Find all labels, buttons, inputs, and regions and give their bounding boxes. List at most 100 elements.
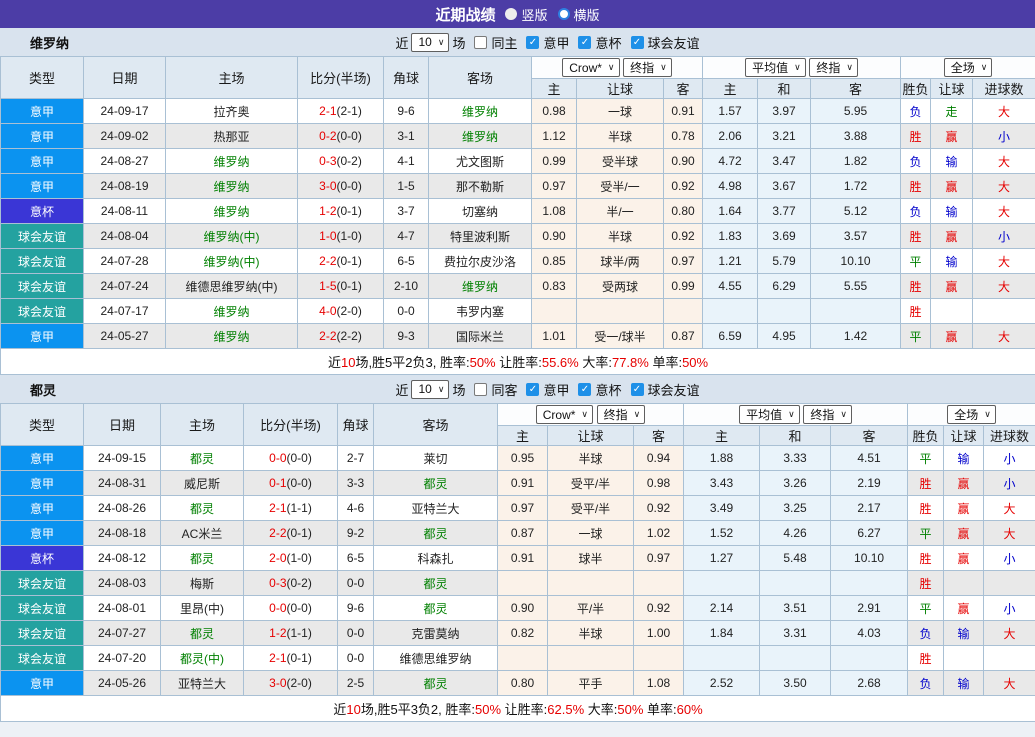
- match-date: 24-08-01: [83, 595, 161, 621]
- final-odds-select[interactable]: 终指 ∨: [809, 58, 858, 77]
- summary-segment: 50%: [617, 702, 644, 717]
- match-date: 24-08-04: [83, 223, 166, 249]
- match-date: 24-09-17: [83, 98, 166, 124]
- rows-count-select[interactable]: 10 ∨: [411, 379, 450, 399]
- avg-odds-draw: 3.33: [759, 445, 832, 471]
- match-row: 意杯 24-08-12 都灵 2-0(1-0) 6-5 科森扎 0.91 球半 0.97 1.27…: [0, 545, 1035, 571]
- subcol-avg-away: 客: [830, 425, 909, 446]
- league-type-badge: 意甲: [0, 173, 84, 199]
- horizontal-radio-label[interactable]: 横版: [574, 5, 600, 24]
- col-header-away: 客场: [373, 403, 498, 446]
- final-odds-select[interactable]: 终指 ∨: [803, 405, 852, 424]
- bookmaker-select[interactable]: Crow* ∨: [562, 58, 620, 78]
- handicap-line: 平手: [547, 670, 634, 696]
- final-odds-select[interactable]: 终指 ∨: [596, 404, 646, 424]
- handicap-odds-home: 0.82: [497, 620, 548, 646]
- away-team: 都灵: [373, 570, 498, 596]
- cup-checkbox[interactable]: [578, 35, 592, 49]
- score-fulltime: 0-1: [269, 476, 287, 490]
- summary-segment: 大率:: [578, 355, 612, 370]
- score-halftime: (0-1): [286, 651, 312, 665]
- league-type-badge: 球会友谊: [0, 620, 84, 646]
- away-team: 切塞纳: [428, 198, 532, 224]
- avg-odds-away: 2.91: [830, 595, 909, 621]
- chevron-down-icon: ∨: [980, 62, 988, 72]
- handicap-line: 平/半: [547, 595, 634, 621]
- match-row: 意甲 24-08-31 威尼斯 0-1(0-0) 3-3 都灵 0.91 受平/半 0.98 3.…: [0, 470, 1035, 496]
- avg-odds-away: 1.82: [810, 148, 902, 174]
- summary-segment: 10: [346, 702, 361, 717]
- matches-tbody-verona: 意甲 24-09-17 拉齐奥 2-1(2-1) 9-6 维罗纳 0.98 一球 0.91 1.5…: [0, 98, 1035, 375]
- home-team: 维罗纳: [165, 198, 298, 224]
- team-name: 维罗纳: [30, 35, 70, 51]
- avg-odds-draw: 3.47: [757, 148, 812, 174]
- result-group-header: 全场 ∨: [900, 56, 1035, 79]
- same-home-checkbox[interactable]: [474, 35, 488, 49]
- average-select[interactable]: 平均值 ∨: [745, 58, 806, 77]
- avg-odds-away: 10.10: [810, 248, 902, 274]
- match-score: 1-0(1-0): [297, 223, 384, 249]
- friendly-checkbox[interactable]: [630, 35, 644, 49]
- same-away-checkbox[interactable]: [474, 382, 488, 396]
- rows-count-select[interactable]: 10 ∨: [411, 32, 450, 52]
- avg-odds-home: 1.27: [683, 545, 761, 571]
- league-type-badge: 球会友谊: [0, 223, 84, 249]
- score-halftime: (0-2): [336, 154, 362, 168]
- subcol-odds-away: 客: [662, 78, 704, 99]
- final-odds-select[interactable]: 终指 ∨: [623, 57, 672, 77]
- summary-segment: 单率:: [648, 355, 683, 370]
- summary-segment: 场,胜5平2负3,: [355, 355, 440, 370]
- subcol-handicap: 让球: [576, 78, 664, 99]
- col-header-type: 类型: [0, 56, 84, 99]
- match-row: 意甲 24-05-27 维罗纳 2-2(2-2) 9-3 国际米兰 1.01 受一/球半 0.8…: [0, 323, 1035, 349]
- avg-odds-draw: [759, 570, 832, 596]
- score-halftime: (1-0): [286, 551, 312, 565]
- match-date: 24-08-31: [83, 470, 161, 496]
- full-match-select[interactable]: 全场 ∨: [947, 405, 996, 424]
- score-fulltime: 2-2: [319, 254, 337, 268]
- score-fulltime: 2-1: [319, 104, 337, 118]
- chevron-down-icon: ∨: [840, 409, 847, 419]
- avg-odds-away: 5.12: [810, 198, 902, 224]
- col-header-date: 日期: [83, 403, 161, 446]
- league-type-badge: 球会友谊: [0, 595, 84, 621]
- score-halftime: (0-0): [286, 476, 312, 490]
- result-winlose: 平: [907, 445, 945, 471]
- cup-label: 意杯: [595, 382, 622, 398]
- score-halftime: (1-1): [286, 501, 312, 515]
- result-handicap: [943, 570, 985, 596]
- vertical-radio-icon[interactable]: [505, 8, 518, 20]
- away-team: 都灵: [373, 470, 498, 496]
- same-home-label: 同主: [491, 35, 518, 51]
- result-handicap: 输: [943, 670, 985, 696]
- result-goals: 大: [972, 173, 1035, 199]
- handicap-line: 受平/半: [547, 470, 634, 496]
- home-team: 都灵: [160, 545, 244, 571]
- summary-segment: 单率:: [643, 702, 677, 717]
- cup-checkbox[interactable]: [578, 382, 592, 396]
- average-select[interactable]: 平均值 ∨: [739, 405, 800, 424]
- home-team: 都灵: [160, 445, 244, 471]
- score-halftime: (2-1): [336, 104, 362, 118]
- corner-count: 3-3: [337, 470, 374, 496]
- handicap-odds-home: [497, 645, 548, 671]
- layout-vertical-option[interactable]: 竖版: [505, 5, 548, 24]
- horizontal-radio-icon[interactable]: [557, 8, 570, 20]
- layout-horizontal-option[interactable]: 横版: [557, 5, 600, 24]
- summary-segment: 50%: [682, 355, 709, 370]
- handicap-line: 一球: [547, 520, 634, 546]
- seriea-checkbox[interactable]: [526, 382, 540, 396]
- handicap-odds-home: 0.97: [531, 173, 577, 199]
- handicap-odds-home: 0.87: [497, 520, 548, 546]
- away-team: 科森扎: [373, 545, 498, 571]
- result-goals: 小: [983, 470, 1035, 496]
- seriea-checkbox[interactable]: [526, 35, 540, 49]
- col-header-type: 类型: [0, 403, 84, 446]
- score-halftime: (2-0): [336, 304, 362, 318]
- bookmaker-select[interactable]: Crow* ∨: [535, 405, 594, 425]
- friendly-checkbox[interactable]: [630, 382, 644, 396]
- title-bar: 近期战绩 竖版 横版: [0, 0, 1035, 28]
- vertical-radio-label[interactable]: 竖版: [521, 5, 547, 24]
- full-match-select[interactable]: 全场 ∨: [943, 58, 993, 77]
- result-handicap: 赢: [930, 273, 974, 299]
